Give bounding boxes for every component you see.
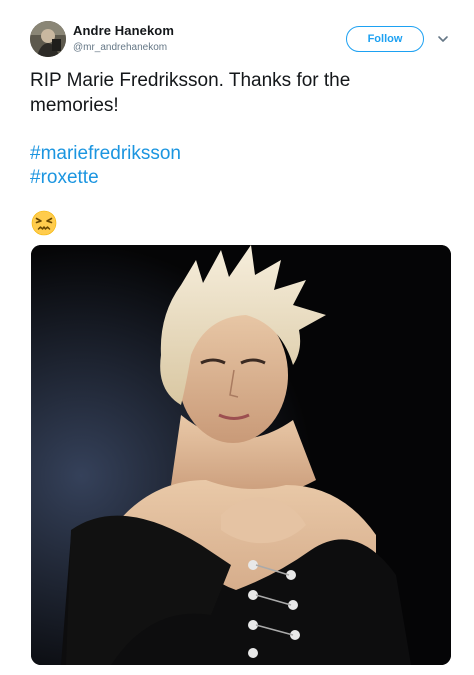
hashtag-link[interactable]: #mariefredriksson bbox=[30, 142, 181, 166]
user-handle[interactable]: @mr_andrehanekom bbox=[73, 42, 167, 53]
user-name[interactable]: Andre Hanekom bbox=[73, 23, 174, 38]
tweet-text-line-2: memories! bbox=[30, 95, 119, 116]
avatar[interactable] bbox=[30, 21, 66, 57]
persevering-face-icon bbox=[31, 210, 57, 236]
hashtag-link[interactable]: #roxette bbox=[30, 166, 99, 190]
tweet-text-line-1: RIP Marie Fredriksson. Thanks for the bbox=[30, 70, 351, 91]
follow-button[interactable]: Follow bbox=[346, 26, 424, 52]
chevron-down-icon[interactable] bbox=[436, 32, 450, 46]
tweet-card: Andre Hanekom @mr_andrehanekom Follow RI… bbox=[0, 0, 474, 675]
tweet-photo[interactable] bbox=[31, 245, 451, 665]
